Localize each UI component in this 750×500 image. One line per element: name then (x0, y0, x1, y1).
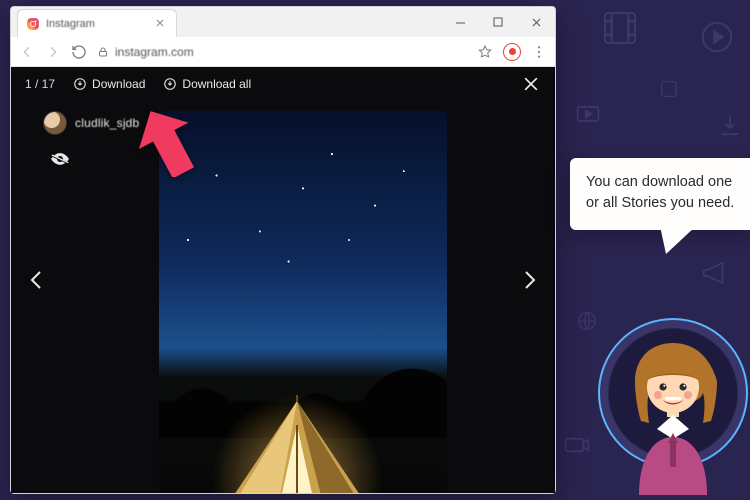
browser-titlebar: Instagram (11, 7, 555, 37)
deco-megaphone-icon (700, 258, 730, 288)
reload-icon[interactable] (71, 44, 87, 60)
window-maximize-button[interactable] (479, 7, 517, 37)
download-button[interactable]: Download (73, 77, 145, 91)
story-author[interactable]: cludlik_sjdb (43, 111, 139, 135)
eye-off-icon[interactable] (47, 149, 73, 169)
deco-download-icon (716, 112, 744, 140)
browser-tab[interactable]: Instagram (17, 9, 177, 37)
story-image (159, 111, 447, 493)
avatar (43, 111, 67, 135)
tip-text: You can download one or all Stories you … (586, 174, 734, 211)
deco-video-icon (574, 100, 602, 128)
close-viewer-button[interactable] (521, 74, 541, 94)
forward-icon[interactable] (45, 44, 61, 60)
tent-illustration (212, 395, 382, 493)
window-controls (441, 7, 555, 37)
lock-icon (97, 46, 109, 58)
extension-icon[interactable] (503, 43, 521, 61)
star-icon[interactable] (477, 44, 493, 60)
instagram-icon (26, 17, 40, 31)
deco-film-icon (600, 8, 640, 48)
back-icon[interactable] (19, 44, 35, 60)
story-counter: 1 / 17 (25, 77, 55, 91)
deco-globe-icon (576, 310, 598, 332)
menu-icon[interactable] (531, 44, 547, 60)
address-bar: instagram.com (11, 37, 555, 67)
next-story-button[interactable] (517, 268, 541, 292)
username: cludlik_sjdb (75, 116, 139, 130)
tip-bubble: You can download one or all Stories you … (570, 158, 750, 230)
mascot (598, 318, 748, 498)
download-all-button[interactable]: Download all (163, 77, 251, 91)
deco-play-icon (700, 20, 734, 54)
story-viewer: 1 / 17 Download Download all cludlik_sjd… (11, 67, 555, 493)
tab-close-icon[interactable] (154, 17, 168, 31)
deco-camera-icon (562, 430, 592, 460)
window-minimize-button[interactable] (441, 7, 479, 37)
window-close-button[interactable] (517, 7, 555, 37)
tab-title: Instagram (46, 18, 148, 30)
url-field[interactable]: instagram.com (97, 45, 467, 59)
download-all-label: Download all (182, 77, 251, 91)
pointer-arrow-icon (139, 107, 195, 177)
prev-story-button[interactable] (25, 268, 49, 292)
download-label: Download (92, 77, 145, 91)
url-text: instagram.com (115, 45, 194, 59)
deco-media-icon (658, 78, 680, 100)
browser-window: Instagram instagram.com 1 / 17 (10, 6, 556, 494)
